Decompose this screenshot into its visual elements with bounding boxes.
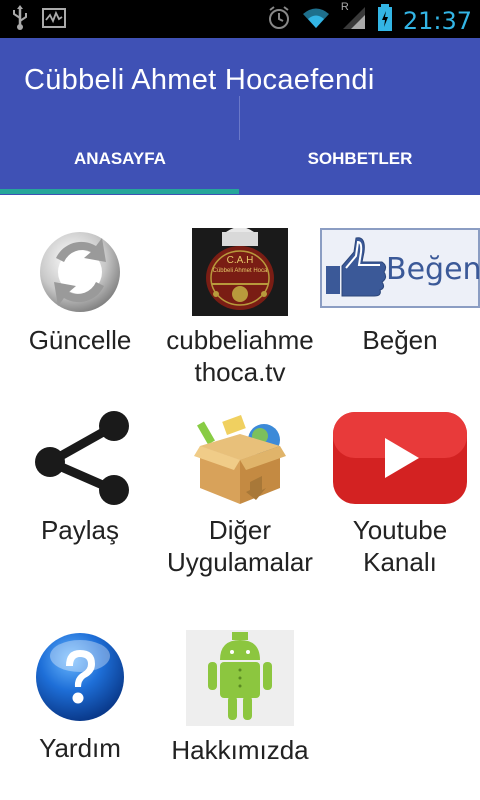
clock: 21:37 [402,6,472,35]
grid-item-begen[interactable]: Beğen Beğen [320,228,480,356]
tab-sohbetler[interactable]: SOHBETLER [240,122,480,195]
status-bar: R 21:37 [0,0,480,38]
label-line-2: Kanalı [363,547,437,577]
usb-icon [10,5,30,36]
tab-anasayfa[interactable]: ANASAYFA [0,122,240,195]
grid-item-label: cubbeliahme thoca.tv [160,324,320,388]
grid-item-guncelle[interactable]: Güncelle [0,228,160,356]
grid-item-diger-uygulamalar[interactable]: Diğer Uygulamalar [160,410,320,578]
cah-logo-icon: C.A.H Cübbeli Ahmet Hoca [192,227,288,316]
cah-logo-text: C.A.H [226,255,254,266]
refresh-icon [36,228,124,316]
tab-divider [239,96,240,140]
label-line-2: Uygulamalar [167,547,313,577]
grid-item-label: Beğen [362,325,438,355]
signal-icon: R [341,1,367,36]
wifi-icon [301,6,331,35]
like-badge-text: Beğen [386,252,480,287]
share-icon [30,410,130,506]
grid-item-yardim[interactable]: Yardım [0,630,160,764]
label-line-1: cubbeliahme [166,325,314,355]
battery-icon [377,4,393,37]
grid-item-label: Paylaş [40,515,120,545]
tab-anasayfa-label: ANASAYFA [74,148,166,168]
label-line-1: Diğer [208,515,272,545]
help-icon [33,630,127,724]
app-title: Cübbeli Ahmet Hocaefendi [24,64,375,96]
alarm-icon [267,5,291,36]
label-line-1: Youtube [352,515,448,545]
app-bar: Cübbeli Ahmet Hocaefendi ANASAYFA SOHBET… [0,38,480,195]
android-icon [186,630,294,726]
package-box-icon [192,410,288,506]
tab-bar: ANASAYFA SOHBETLER [0,122,480,195]
grid-item-label: Hakkımızda [171,735,309,765]
grid-item-label: Güncelle [28,325,132,355]
tab-sohbetler-label: SOHBETLER [307,148,413,168]
tab-selected-indicator [0,189,239,194]
grid-item-label: Youtube Kanalı [320,514,480,578]
roaming-indicator: R [340,1,349,13]
label-line-2: thoca.tv [194,357,286,387]
youtube-icon [331,410,469,506]
monitor-icon [42,7,66,34]
grid-item-paylas[interactable]: Paylaş [0,410,160,546]
grid-item-label: Diğer Uygulamalar [160,514,320,578]
grid-item-cubbeliahmethoca-tv[interactable]: C.A.H Cübbeli Ahmet Hoca cubbeliahme tho… [160,227,320,388]
grid-item-label: Yardım [39,733,121,763]
grid-item-hakkimizda[interactable]: Hakkımızda [160,630,320,766]
facebook-like-icon: Beğen [320,228,480,308]
cah-logo-subtext: Cübbeli Ahmet Hoca [212,268,268,274]
grid-item-youtube-kanali[interactable]: Youtube Kanalı [320,410,480,578]
